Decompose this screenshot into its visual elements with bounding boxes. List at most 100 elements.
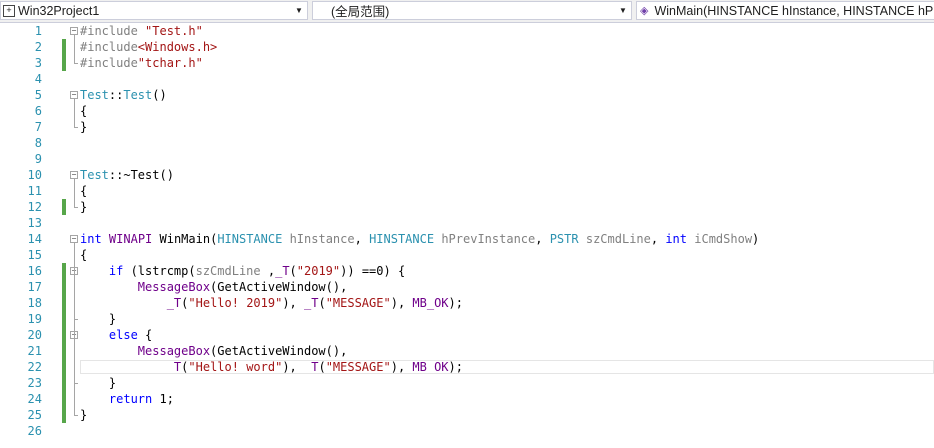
code-text: {: [80, 248, 88, 262]
line-number: 23: [27, 376, 42, 390]
line-number: 17: [27, 280, 42, 294]
function-icon: ◈: [640, 4, 649, 17]
project-dropdown-label: Win32Project1: [18, 3, 100, 18]
project-dropdown[interactable]: + Win32Project1 ▼: [0, 1, 308, 20]
code-line[interactable]: 24 return 1;: [0, 391, 934, 407]
line-number: 2: [34, 40, 42, 54]
line-number: 15: [27, 248, 42, 262]
code-text: }: [80, 312, 117, 326]
chevron-down-icon[interactable]: ▼: [293, 2, 305, 19]
change-indicator: [62, 311, 66, 327]
line-number: 8: [34, 136, 42, 150]
line-number: 18: [27, 296, 42, 310]
change-indicator: [62, 391, 66, 407]
code-text: MessageBox(GetActiveWindow(),: [137, 280, 348, 294]
code-line[interactable]: 19 }: [0, 311, 934, 327]
line-number: 26: [27, 424, 42, 438]
code-text: {: [80, 184, 88, 198]
code-text: }: [80, 376, 117, 390]
change-indicator: [62, 279, 66, 295]
change-indicator: [62, 39, 66, 55]
fold-guide-end: [74, 383, 78, 384]
navigation-bar: + Win32Project1 ▼ (全局范围) ▼ ◈ WinMain(HIN…: [0, 0, 934, 23]
function-dropdown-label: WinMain(HINSTANCE hInstance, HINSTANCE h…: [654, 3, 934, 18]
code-text: {: [80, 104, 88, 118]
change-indicator: [62, 327, 66, 343]
fold-guide: [74, 339, 75, 383]
line-number: 7: [34, 120, 42, 134]
code-line[interactable]: 20− else {: [0, 327, 934, 343]
line-number: 19: [27, 312, 42, 326]
line-number: 24: [27, 392, 42, 406]
code-text: int WINAPI WinMain(HINSTANCE hInstance, …: [80, 232, 760, 246]
line-number: 14: [27, 232, 42, 246]
current-line-highlight: [80, 360, 934, 374]
line-number: 13: [27, 216, 42, 230]
change-indicator: [62, 407, 66, 423]
fold-guide: [74, 99, 75, 127]
code-text: #include<Windows.h>: [80, 40, 218, 54]
line-number: 5: [34, 88, 42, 102]
line-number: 4: [34, 72, 42, 86]
code-text: else {: [108, 328, 153, 342]
line-number: 9: [34, 152, 42, 166]
code-text: #include "Test.h": [80, 24, 203, 38]
code-line[interactable]: 15 {: [0, 247, 934, 263]
code-line[interactable]: 3 #include"tchar.h": [0, 55, 934, 71]
fold-guide: [74, 275, 75, 319]
code-text: }: [80, 120, 88, 134]
collapse-icon[interactable]: −: [70, 171, 78, 179]
code-text: if (lstrcmp(szCmdLine ,_T("2019")) ==0) …: [108, 264, 406, 278]
code-line[interactable]: 4: [0, 71, 934, 87]
code-text: Test::~Test(): [80, 168, 174, 182]
code-line[interactable]: 1 − #include "Test.h": [0, 23, 934, 39]
code-line[interactable]: 6{: [0, 103, 934, 119]
change-indicator: [62, 375, 66, 391]
code-line[interactable]: 14 − int WINAPI WinMain(HINSTANCE hInstanc…: [0, 231, 934, 247]
change-indicator: [62, 199, 66, 215]
code-line[interactable]: 7}: [0, 119, 934, 135]
code-line[interactable]: 16− if (lstrcmp(szCmdLine ,_T("2019")) =…: [0, 263, 934, 279]
code-line[interactable]: 9: [0, 151, 934, 167]
function-dropdown[interactable]: ◈ WinMain(HINSTANCE hInstance, HINSTANCE…: [636, 1, 934, 20]
chevron-down-icon[interactable]: ▼: [617, 2, 629, 19]
code-line[interactable]: 23 }: [0, 375, 934, 391]
code-line[interactable]: 26: [0, 423, 934, 439]
line-number: 22: [27, 360, 42, 374]
fold-guide: [74, 179, 75, 207]
code-line[interactable]: 11 {: [0, 183, 934, 199]
line-number: 25: [27, 408, 42, 422]
fold-guide-end: [74, 415, 78, 416]
code-line[interactable]: 18 _T("Hello! 2019"), _T("MESSAGE"), MB_…: [0, 295, 934, 311]
scope-dropdown-label: (全局范围): [331, 5, 390, 19]
line-number: 16: [27, 264, 42, 278]
line-number: 12: [27, 200, 42, 214]
line-number: 11: [27, 184, 42, 198]
collapse-icon[interactable]: −: [70, 91, 78, 99]
code-text: #include"tchar.h": [80, 56, 203, 70]
fold-guide: [74, 243, 75, 415]
code-line[interactable]: 8: [0, 135, 934, 151]
line-number: 3: [34, 56, 42, 70]
code-line[interactable]: 17 MessageBox(GetActiveWindow(),: [0, 279, 934, 295]
project-icon: +: [3, 4, 15, 17]
code-line[interactable]: 13: [0, 215, 934, 231]
fold-guide-end: [74, 127, 78, 128]
scope-dropdown[interactable]: (全局范围) ▼: [312, 1, 632, 20]
code-line[interactable]: 12}: [0, 199, 934, 215]
change-indicator: [62, 55, 66, 71]
code-line[interactable]: 2 #include<Windows.h>: [0, 39, 934, 55]
code-line[interactable]: 25}: [0, 407, 934, 423]
line-number: 6: [34, 104, 42, 118]
code-line[interactable]: 21 MessageBox(GetActiveWindow(),: [0, 343, 934, 359]
code-editor[interactable]: 1− #include "Test.h" 2 #include<Windows.h> 3…: [0, 23, 934, 448]
code-line[interactable]: 5 − Test::Test(): [0, 87, 934, 103]
code-text: Test::Test(): [80, 88, 167, 102]
code-text: _T("Hello! 2019"), _T("MESSAGE"), MB_OK)…: [166, 296, 463, 310]
code-text: MessageBox(GetActiveWindow(),: [137, 344, 348, 358]
fold-guide: [74, 35, 75, 63]
code-text: }: [80, 408, 88, 422]
collapse-icon[interactable]: −: [70, 27, 78, 35]
code-line[interactable]: 10 − Test::~Test(): [0, 167, 934, 183]
collapse-icon[interactable]: −: [70, 235, 78, 243]
